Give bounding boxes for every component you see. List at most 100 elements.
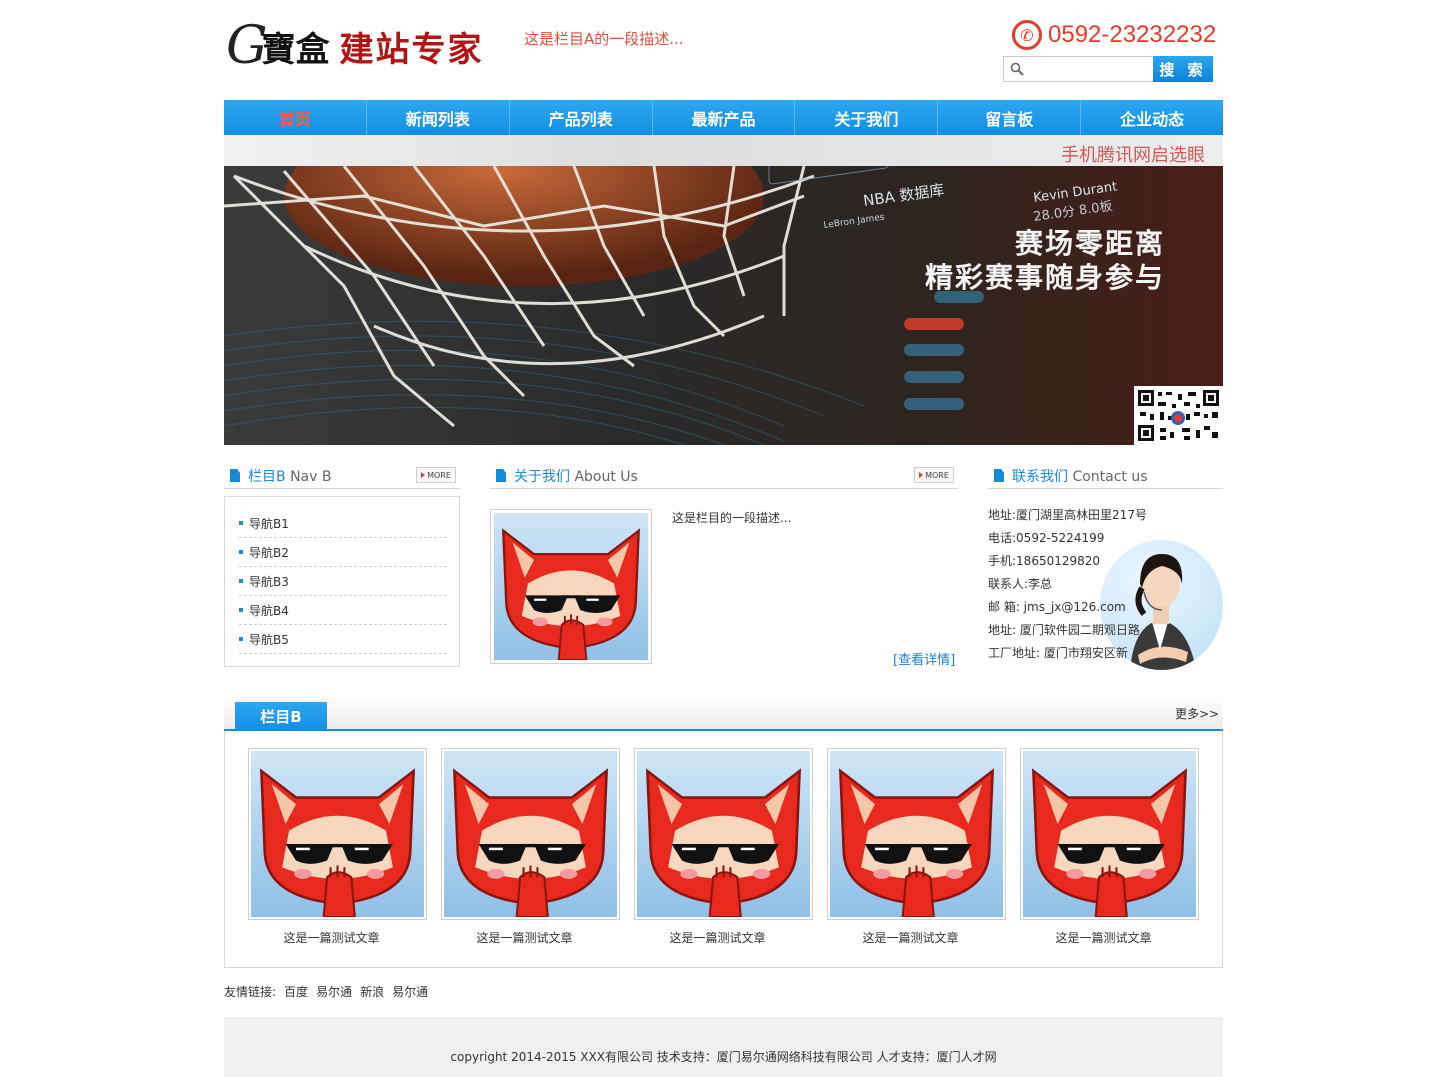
about-heading: 关于我们 About Us MORE	[490, 463, 958, 489]
products-more-link[interactable]: 更多>>	[1175, 705, 1219, 722]
banner-player1: LeBron James	[823, 212, 885, 230]
search-icon	[1010, 62, 1024, 76]
fox-mascot-image	[637, 751, 810, 918]
friend-links-label: 友情链接:	[224, 985, 277, 999]
footer: copyright 2014-2015 XXX有限公司 技术支持：厦门易尔通网络…	[224, 1017, 1223, 1077]
product-card[interactable]: 这是一篇测试文章	[248, 748, 427, 946]
contact-title: 联系我们 Contact us	[1012, 466, 1148, 486]
friend-link[interactable]: 新浪	[360, 983, 384, 1000]
navb-list: 导航B1 导航B2 导航B3 导航B4 导航B5	[224, 496, 460, 667]
contact-address-2: 地址: 厦门软件园二期观日路	[988, 623, 1140, 637]
banner-slide[interactable]: NBA 数据库 LeBron James Kevin Durant 28.0分 …	[224, 166, 1223, 445]
list-item[interactable]: 导航B3	[239, 567, 447, 596]
site-logo[interactable]: G 寶盒 建站专家	[226, 18, 498, 74]
phone-number: 0592-23232232	[1048, 21, 1217, 48]
product-title[interactable]: 这是一篇测试文章	[248, 929, 427, 946]
list-item[interactable]: 导航B1	[239, 509, 447, 538]
product-title[interactable]: 这是一篇测试文章	[1020, 929, 1199, 946]
banner-top-strip-text: 手机腾讯网启选眼	[1061, 145, 1205, 166]
contact-lines: 地址:厦门湖里高林田里217号 电话:0592-5224199 手机:18650…	[988, 504, 1147, 665]
nav-item-products[interactable]: 产品列表	[508, 100, 652, 135]
main-nav: 首页 新闻列表 产品列表 最新产品 关于我们 留言板 企业动态	[224, 100, 1223, 135]
document-icon	[496, 469, 506, 482]
product-title[interactable]: 这是一篇测试文章	[441, 929, 620, 946]
document-icon	[994, 469, 1004, 482]
navb-section: 栏目B Nav B MORE	[224, 463, 460, 489]
navb-title: 栏目B Nav B	[248, 466, 331, 486]
friend-links: 友情链接: 百度 易尔通 新浪 易尔通	[224, 983, 430, 1000]
navb-title-en: Nav B	[290, 468, 332, 485]
search-box	[1003, 56, 1153, 82]
friend-link[interactable]: 易尔通	[392, 983, 428, 1000]
friend-link[interactable]: 易尔通	[316, 983, 352, 1000]
product-card[interactable]: 这是一篇测试文章	[441, 748, 620, 946]
contact-heading: 联系我们 Contact us	[988, 463, 1223, 489]
nav-item-company-news[interactable]: 企业动态	[1080, 100, 1223, 135]
contact-email: 邮 箱: jms_jx@126.com	[988, 600, 1126, 614]
document-icon	[230, 469, 240, 482]
search-input[interactable]	[1028, 62, 1148, 76]
nav-item-news[interactable]: 新闻列表	[365, 100, 509, 135]
header-description: 这是栏目A的一段描述...	[524, 30, 684, 48]
product-panel-header	[224, 694, 1223, 731]
product-card[interactable]: 这是一篇测试文章	[827, 748, 1006, 946]
footer-copyright: copyright 2014-2015 XXX有限公司 技术支持：厦门易尔通网络…	[450, 1049, 997, 1064]
tab-products[interactable]: 栏目B	[235, 702, 327, 731]
fox-mascot-image	[251, 751, 424, 918]
about-more-button[interactable]: MORE	[914, 467, 954, 483]
fox-mascot-image	[444, 751, 617, 918]
logo-chars: 寶盒	[261, 29, 330, 70]
about-description: 这是栏目的一段描述...	[672, 511, 792, 525]
list-item[interactable]: 导航B4	[239, 596, 447, 625]
about-image[interactable]	[490, 509, 652, 664]
nav-item-guestbook[interactable]: 留言板	[937, 100, 1080, 135]
navb-title-cn: 栏目B	[248, 468, 286, 485]
product-title[interactable]: 这是一篇测试文章	[827, 929, 1006, 946]
contact-title-cn: 联系我们	[1012, 468, 1068, 485]
about-title: 关于我们 About Us	[514, 466, 638, 486]
product-title[interactable]: 这是一篇测试文章	[634, 929, 813, 946]
product-card[interactable]: 这是一篇测试文章	[1020, 748, 1199, 946]
about-title-en: About Us	[574, 468, 638, 485]
contact-address: 地址:厦门湖里高林田里217号	[988, 508, 1147, 522]
logo-letter: G	[226, 16, 267, 76]
contact-mobile: 手机:18650129820	[988, 554, 1101, 568]
navb-more-button[interactable]: MORE	[416, 467, 456, 483]
friend-link[interactable]: 百度	[284, 983, 308, 1000]
nav-item-new-products[interactable]: 最新产品	[651, 100, 795, 135]
product-card[interactable]: 这是一篇测试文章	[634, 748, 813, 946]
contact-section: 联系我们 Contact us	[988, 463, 1223, 489]
header-phone: ✆ 0592-23232232	[1012, 18, 1216, 52]
qr-code	[1134, 386, 1223, 445]
about-title-cn: 关于我们	[514, 468, 570, 485]
banner-subheadline: 精彩赛事随身参与	[924, 261, 1165, 294]
phone-icon: ✆	[1012, 20, 1042, 50]
search-button[interactable]: 搜 索	[1153, 56, 1213, 82]
product-image[interactable]	[827, 748, 1006, 920]
product-image[interactable]	[634, 748, 813, 920]
navb-heading: 栏目B Nav B MORE	[224, 463, 460, 489]
fox-mascot-image	[830, 751, 1003, 918]
page: G 寶盒 建站专家 这是栏目A的一段描述... ✆ 0592-23232232 …	[0, 0, 1440, 1077]
qr-code-icon	[1138, 390, 1219, 441]
about-section: 关于我们 About Us MORE	[490, 463, 958, 489]
list-item[interactable]: 导航B5	[239, 625, 447, 654]
product-image[interactable]	[1020, 748, 1199, 920]
nav-item-home[interactable]: 首页	[224, 100, 366, 135]
about-detail-link[interactable]: [查看详情]	[893, 649, 955, 668]
logo-slogan: 建站专家	[339, 29, 484, 70]
nav-item-about[interactable]: 关于我们	[794, 100, 937, 135]
banner-top-strip: 手机腾讯网启选眼	[224, 135, 1223, 166]
banner-art: NBA 数据库 LeBron James Kevin Durant 28.0分 …	[224, 166, 1118, 445]
banner-nba-label: NBA 数据库	[862, 181, 945, 210]
fox-mascot-image	[494, 513, 648, 661]
contact-factory-address: 工厂地址: 厦门市翔安区新	[988, 646, 1128, 660]
contact-phone: 电话:0592-5224199	[988, 531, 1105, 545]
product-image[interactable]	[248, 748, 427, 920]
contact-title-en: Contact us	[1072, 468, 1148, 485]
list-item[interactable]: 导航B2	[239, 538, 447, 567]
contact-person: 联系人:李总	[988, 577, 1053, 591]
fox-mascot-image	[1023, 751, 1196, 918]
product-image[interactable]	[441, 748, 620, 920]
search-bar: 搜 索	[1003, 56, 1213, 82]
